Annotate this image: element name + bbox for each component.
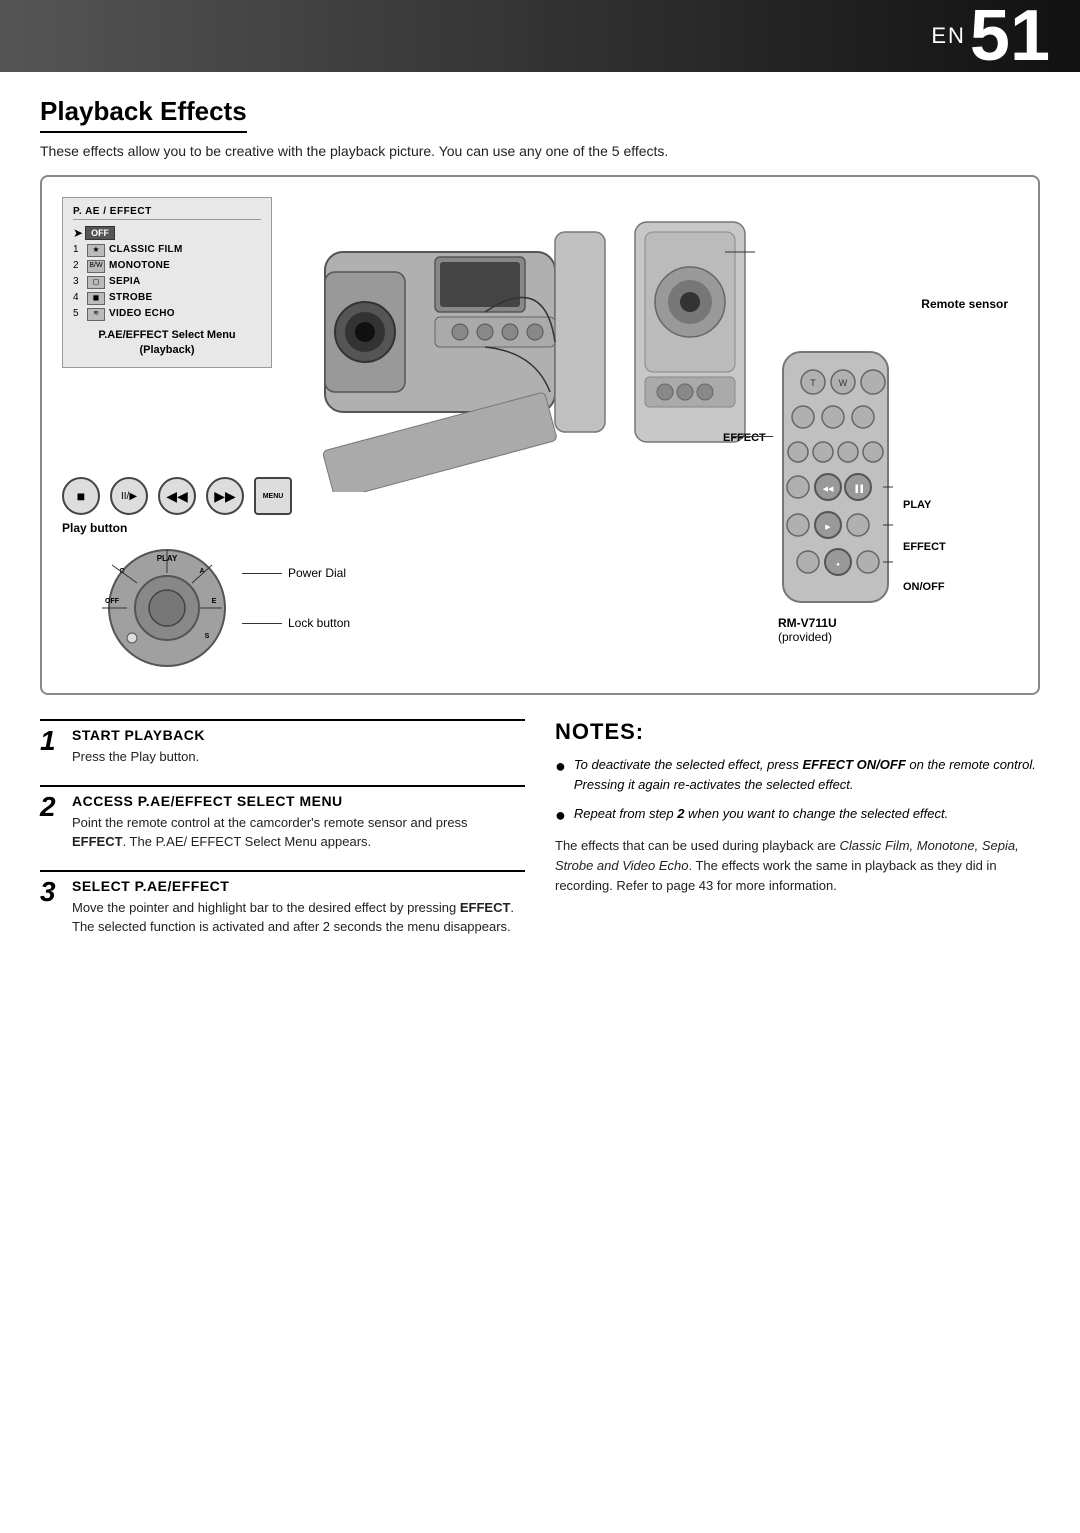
note-paragraph: The effects that can be used during play… xyxy=(555,836,1040,896)
echo-icon: ≋ xyxy=(87,308,105,321)
menu-button: MENU xyxy=(254,477,292,515)
svg-text:OFF: OFF xyxy=(105,598,120,605)
page-content: Playback Effects These effects allow you… xyxy=(0,72,1080,995)
effect-label: EFFECT xyxy=(903,541,946,553)
film-icon: ★ xyxy=(87,244,105,257)
off-label: OFF xyxy=(85,226,115,240)
svg-text:E: E xyxy=(212,598,217,605)
play-buttons-area: ■ II/▶ ◀◀ ▶▶ MENU xyxy=(62,477,382,535)
diagram-box: P. AE / EFFECT ➤ OFF 1 ★ CLASSIC FILM 2 … xyxy=(40,175,1040,695)
svg-text:●: ● xyxy=(836,562,840,568)
menu-item-2: 2 B/W MONOTONE xyxy=(73,258,261,274)
menu-off-row: ➤ OFF xyxy=(73,226,261,240)
svg-text:▶: ▶ xyxy=(825,524,831,531)
remote-provided: (provided) xyxy=(778,630,1018,644)
power-dial-label: Power Dial xyxy=(288,566,346,580)
play-label: PLAY xyxy=(903,499,946,511)
power-dial-svg: PLAY A E S C OFF xyxy=(102,543,232,673)
note-2: ● Repeat from step 2 when you want to ch… xyxy=(555,804,1040,824)
bw-icon: B/W xyxy=(87,260,105,273)
camcorder-illustration xyxy=(252,187,778,497)
effect-side-label: EFFECT xyxy=(723,432,766,444)
remote-svg: T W xyxy=(778,347,893,607)
remote-control-area: EFFECT T W xyxy=(778,347,1018,644)
menu-item-5: 5 ≋ VIDEO ECHO xyxy=(73,306,261,322)
rewind-button: ◀◀ xyxy=(158,477,196,515)
menu-caption: P.AE/EFFECT Select Menu (Playback) xyxy=(73,328,261,359)
menu-area: P. AE / EFFECT ➤ OFF 1 ★ CLASSIC FILM 2 … xyxy=(62,197,272,368)
lock-button-label: Lock button xyxy=(288,616,350,630)
svg-text:◀◀: ◀◀ xyxy=(823,486,834,493)
stop-button: ■ xyxy=(62,477,100,515)
menu-title: P. AE / EFFECT xyxy=(73,206,261,220)
intro-text: These effects allow you to be creative w… xyxy=(40,143,1040,159)
fast-forward-button: ▶▶ xyxy=(206,477,244,515)
page-number: 51 xyxy=(970,0,1050,72)
header-bar: EN 51 xyxy=(0,0,1080,72)
svg-text:W: W xyxy=(839,378,848,388)
dial-annotation: Power Dial Lock button xyxy=(242,566,350,630)
page-title: Playback Effects xyxy=(40,96,247,133)
menu-item-4: 4 ◼ STROBE xyxy=(73,290,261,306)
svg-text:T: T xyxy=(810,378,816,388)
svg-text:S: S xyxy=(205,633,210,640)
onoff-label: ON/OFF xyxy=(903,581,946,593)
steps-right: NOTES: ● To deactivate the selected effe… xyxy=(555,719,1040,955)
steps-left: 1 START PLAYBACK Press the Play button. … xyxy=(40,719,525,955)
sepia-icon: ◻ xyxy=(87,276,105,289)
remote-sensor-label: Remote sensor xyxy=(921,297,1008,311)
step-3: 3 SELECT P.AE/EFFECT Move the pointer an… xyxy=(40,870,525,937)
power-dial-area: PLAY A E S C OFF xyxy=(102,543,402,673)
strobe-icon: ◼ xyxy=(87,292,105,305)
play-pause-button: II/▶ xyxy=(110,477,148,515)
step-1: 1 START PLAYBACK Press the Play button. xyxy=(40,719,525,767)
remote-model: RM-V711U xyxy=(778,616,1018,630)
play-buttons-row: ■ II/▶ ◀◀ ▶▶ MENU xyxy=(62,477,382,515)
arrow-icon: ➤ xyxy=(73,226,83,240)
notes-title: NOTES: xyxy=(555,719,1040,745)
steps-section: 1 START PLAYBACK Press the Play button. … xyxy=(40,719,1040,955)
note-1: ● To deactivate the selected effect, pre… xyxy=(555,755,1040,794)
svg-text:▐▐: ▐▐ xyxy=(853,484,863,494)
camcorder-svg xyxy=(265,192,765,492)
en-label: EN xyxy=(931,23,966,49)
menu-item-1: 1 ★ CLASSIC FILM xyxy=(73,242,261,258)
menu-item-3: 3 ◻ SEPIA xyxy=(73,274,261,290)
step-2: 2 ACCESS P.AE/EFFECT SELECT MENU Point t… xyxy=(40,785,525,852)
play-button-label: Play button xyxy=(62,521,382,535)
